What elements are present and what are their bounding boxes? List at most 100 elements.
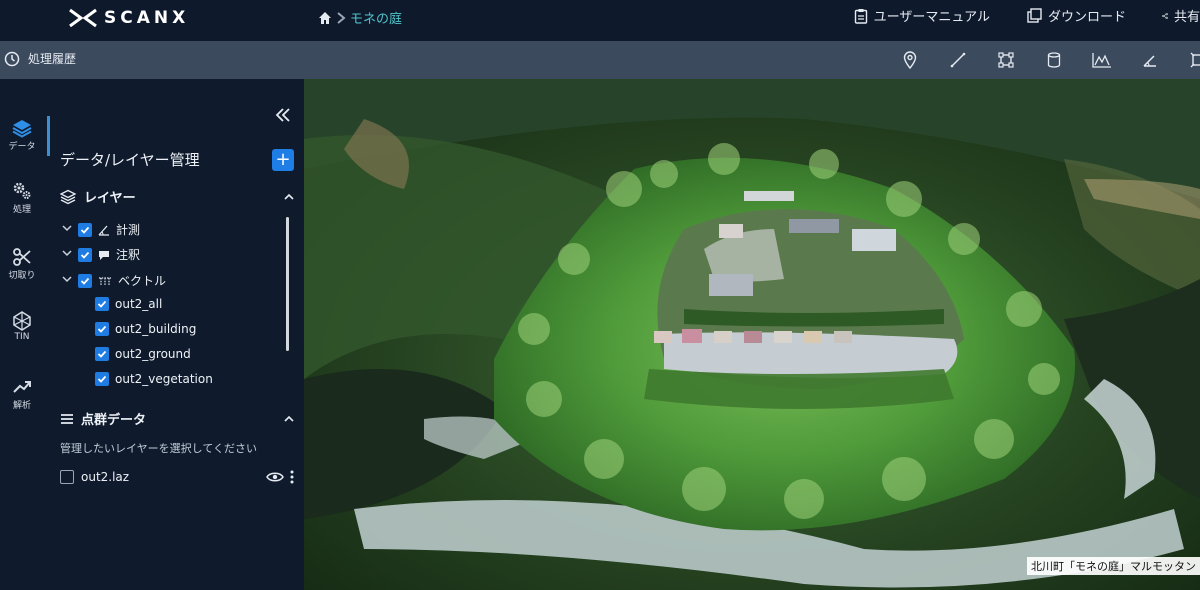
volume-icon	[1047, 52, 1061, 68]
data-layer-panel: データ/レイヤー管理 + レイヤー 計測 注釈 ベクトル out2_all ou…	[50, 79, 304, 590]
download-label: ダウンロード	[1047, 10, 1126, 25]
vector-icon	[99, 276, 111, 285]
layer-checkbox-annotation[interactable]	[78, 247, 92, 262]
breadcrumb: モネの庭	[318, 8, 402, 27]
area-measure-tool[interactable]	[996, 50, 1016, 70]
trend-icon	[13, 381, 31, 393]
collapse-panel-button[interactable]	[275, 107, 291, 127]
scanx-logo-icon	[69, 8, 97, 28]
profile-tool[interactable]	[1092, 50, 1112, 70]
layer-label-vector: ベクトル	[118, 274, 167, 288]
add-data-button[interactable]: +	[272, 149, 294, 171]
chevron-down-icon[interactable]	[62, 274, 72, 287]
angle-icon	[1143, 55, 1156, 67]
home-icon[interactable]	[318, 11, 332, 25]
eye-icon[interactable]	[266, 471, 284, 483]
file-checkbox[interactable]	[60, 470, 74, 484]
brand-logo[interactable]: SCANX	[68, 8, 189, 28]
layer-label-measure: 計測	[116, 223, 141, 237]
pointcloud-section-header[interactable]: 点群データ	[60, 409, 294, 428]
stack-icon	[60, 189, 76, 204]
layer-label: out2_vegetation	[115, 372, 213, 386]
chevron-down-icon[interactable]	[62, 248, 72, 261]
double-chevron-left-icon	[275, 108, 290, 122]
download-button[interactable]: ダウンロード	[1026, 6, 1126, 25]
history-label: 処理履歴	[28, 52, 77, 66]
share-button[interactable]: 共有	[1162, 6, 1200, 25]
history-button[interactable]: 処理履歴	[4, 50, 76, 67]
clock-icon	[4, 51, 20, 66]
layer-label: out2_ground	[115, 347, 191, 361]
rail-label-clip: 切取り	[8, 271, 36, 281]
layer-label: out2_all	[115, 297, 163, 311]
kebab-menu-icon[interactable]	[290, 470, 294, 484]
list-icon	[61, 413, 73, 424]
pin-icon	[903, 51, 917, 69]
file-name: out2.laz	[81, 470, 130, 484]
pointcloud-section-title: 点群データ	[81, 413, 147, 428]
comment-icon	[99, 250, 109, 260]
scissors-icon	[13, 248, 31, 266]
layer-checkbox[interactable]	[95, 347, 109, 361]
angle-tool[interactable]	[1140, 50, 1160, 70]
rail-item-data[interactable]: データ	[0, 117, 44, 152]
line-measure-icon	[950, 52, 966, 68]
line-measure-tool[interactable]	[948, 50, 968, 70]
header-actions: ユーザーマニュアル ダウンロード 共有	[854, 6, 1200, 25]
layer-checkbox-measure[interactable]	[78, 222, 92, 237]
breadcrumb-current[interactable]: モネの庭	[350, 8, 402, 27]
panel-title: データ/レイヤー管理	[60, 151, 200, 169]
rail-label-data: データ	[8, 142, 36, 152]
user-manual-button[interactable]: ユーザーマニュアル	[854, 6, 990, 25]
download-icon	[1027, 7, 1042, 23]
layer-checkbox-vector[interactable]	[78, 273, 92, 288]
share-icon	[1162, 12, 1168, 19]
layer-item-out2-building[interactable]: out2_building	[95, 322, 196, 336]
share-label: 共有	[1173, 10, 1200, 25]
layer-item-out2-ground[interactable]: out2_ground	[95, 347, 191, 361]
layer-item-out2-all[interactable]: out2_all	[95, 297, 162, 311]
pointcloud-file-row[interactable]: out2.laz	[60, 470, 294, 484]
tool-bar: 処理履歴	[0, 41, 1200, 79]
volume-tool[interactable]	[1044, 50, 1064, 70]
top-header: SCANX モネの庭 ユーザーマニュアル ダウンロード 共有	[0, 0, 1200, 41]
pin-tool[interactable]	[900, 50, 920, 70]
layer-group-vector[interactable]: ベクトル	[62, 272, 166, 289]
area-measure-icon	[998, 52, 1014, 68]
user-manual-label: ユーザーマニュアル	[873, 10, 990, 25]
layer-label: out2_building	[115, 322, 197, 336]
layer-group-annotation[interactable]: 注釈	[62, 246, 140, 263]
chevron-right-icon	[337, 11, 346, 24]
3d-viewport[interactable]: 北川町「モネの庭」マルモッタン	[304, 79, 1200, 590]
chevron-up-icon[interactable]	[284, 414, 294, 424]
more-icon	[1190, 52, 1200, 68]
layer-list-scrollbar[interactable]	[286, 217, 289, 351]
rail-item-tin[interactable]: TIN	[0, 310, 44, 342]
layer-checkbox[interactable]	[95, 297, 109, 311]
layers-section-title: レイヤー	[84, 191, 136, 206]
rail-label-process: 処理	[12, 205, 31, 215]
chevron-up-icon[interactable]	[284, 192, 294, 202]
more-tool[interactable]	[1188, 50, 1200, 70]
profile-icon	[1092, 53, 1111, 68]
rail-item-clip[interactable]: 切取り	[0, 246, 44, 281]
pointcloud-scene-image	[304, 79, 1200, 590]
layers-icon	[12, 120, 32, 138]
layer-item-out2-vegetation[interactable]: out2_vegetation	[95, 372, 213, 386]
layers-section-header[interactable]: レイヤー	[60, 187, 294, 206]
measure-icon	[98, 225, 109, 236]
layer-checkbox[interactable]	[95, 372, 109, 386]
rail-item-process[interactable]: 処理	[0, 180, 44, 215]
chevron-down-icon[interactable]	[62, 223, 72, 236]
measure-tools	[900, 50, 1200, 70]
brand-name: SCANX	[104, 8, 190, 28]
layer-group-measure[interactable]: 計測	[62, 221, 140, 238]
tin-mesh-icon	[13, 311, 31, 331]
gears-icon	[13, 182, 31, 199]
rail-item-analysis[interactable]: 解析	[0, 376, 44, 411]
layer-checkbox[interactable]	[95, 322, 109, 336]
viewport-caption: 北川町「モネの庭」マルモッタン	[1027, 557, 1200, 575]
clipboard-icon	[854, 8, 867, 24]
layer-label-annotation: 注釈	[116, 248, 141, 262]
rail-label-tin: TIN	[14, 332, 30, 342]
